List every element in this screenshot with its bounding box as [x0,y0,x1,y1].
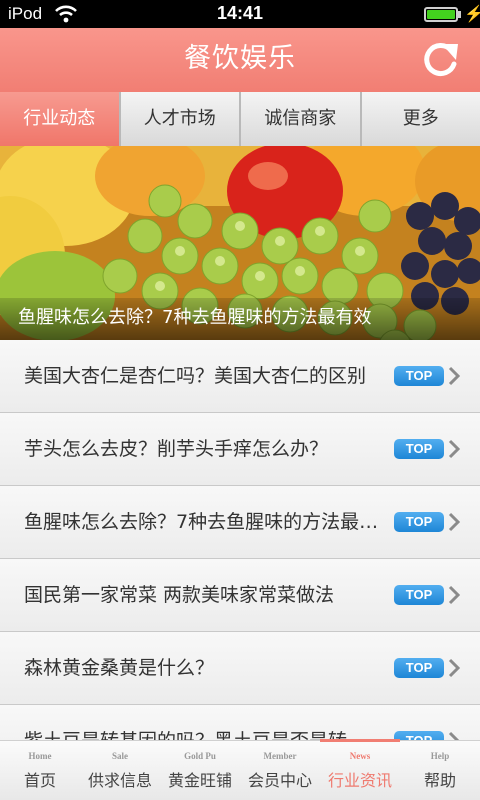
news-title: 紫土豆是转基因的吗？黑土豆是否是转基因 [24,705,384,740]
battery-tip [458,11,461,18]
news-row[interactable]: 芋头怎么去皮？削芋头手痒怎么办？ TOP [0,413,480,486]
status-bar: iPod 14:41 ⚡ [0,0,480,28]
top-badge: TOP [394,585,444,605]
news-row[interactable]: 紫土豆是转基因的吗？黑土豆是否是转基因 TOP [0,705,480,740]
nav-label-cn: 黄金旺铺 [167,771,232,790]
banner-slide[interactable]: 鱼腥味怎么去除？7种去鱼腥味的方法最有效 [0,146,480,340]
clock: 14:41 [216,3,264,23]
top-badge: TOP [394,512,444,532]
nav-label-cn: 帮助 [423,771,456,790]
news-row[interactable]: 鱼腥味怎么去除？7种去鱼腥味的方法最有效 TOP [0,486,480,559]
nav-label-en: Home [28,751,52,761]
chevron-right-icon [448,439,460,459]
news-title: 美国大杏仁是杏仁吗？美国大杏仁的区别 [24,365,367,387]
chevron-right-icon [448,366,460,386]
nav-label-en: Gold Pu [184,751,216,761]
news-row[interactable]: 国民第一家常菜 两款美味家常菜做法 TOP [0,559,480,632]
tab-0[interactable]: 行业动态 [0,92,121,146]
nav-label-cn: 首页 [23,771,56,790]
battery-level [427,10,455,19]
refresh-icon[interactable] [418,38,462,82]
nav-label-cn: 行业资讯 [327,771,392,790]
top-badge: TOP [394,439,444,459]
page-title: 餐饮娱乐 [184,43,296,74]
news-title: 鱼腥味怎么去除？7种去鱼腥味的方法最有效 [24,511,384,533]
nav-label-cn: 供求信息 [87,771,152,790]
nav-item-member[interactable]: Member 会员中心 [240,741,320,800]
tab-3[interactable]: 更多 [361,92,480,146]
news-list: 美国大杏仁是杏仁吗？美国大杏仁的区别 TOP 芋头怎么去皮？削芋头手痒怎么办？ TOP… [0,340,480,740]
chevron-right-icon [448,512,460,532]
nav-item-help[interactable]: Help 帮助 [400,741,480,800]
news-row[interactable]: 森林黄金桑黄是什么？ TOP [0,632,480,705]
top-badge: TOP [394,658,444,678]
nav-item-news[interactable]: News 行业资讯 [320,739,400,800]
top-badge: TOP [394,731,444,740]
nav-item-home[interactable]: Home 首页 [0,741,80,800]
chevron-right-icon [448,658,460,678]
tab-1[interactable]: 人才市场 [120,92,241,146]
nav-item-sale[interactable]: Sale 供求信息 [80,741,160,800]
chevron-right-icon [448,731,460,740]
top-badge: TOP [394,366,444,386]
nav-label-en: Help [430,751,450,761]
chevron-right-icon [448,585,460,605]
nav-label-en: Sale [111,751,128,761]
battery-icon [424,7,458,22]
bottom-nav: Home 首页 Sale 供求信息 Gold Pu 黄金旺铺 Member 会员中心 News 行… [0,739,480,800]
news-title: 国民第一家常菜 两款美味家常菜做法 [24,584,335,606]
news-title: 芋头怎么去皮？削芋头手痒怎么办？ [24,438,329,460]
banner-caption: 鱼腥味怎么去除？7种去鱼腥味的方法最有效 [0,298,480,340]
charging-icon: ⚡ [464,6,480,23]
news-row[interactable]: 美国大杏仁是杏仁吗？美国大杏仁的区别 TOP [0,340,480,413]
tab-2[interactable]: 诚信商家 [241,92,362,146]
title-bar: 餐饮娱乐 [0,28,480,92]
nav-label-cn: 会员中心 [247,771,312,790]
nav-label-en: Member [263,751,297,761]
category-tabs: 行业动态 人才市场 诚信商家 更多 [0,92,480,146]
nav-label-en: News [349,751,371,761]
nav-item-gold-pu[interactable]: Gold Pu 黄金旺铺 [160,741,240,800]
news-title: 森林黄金桑黄是什么？ [24,657,215,679]
